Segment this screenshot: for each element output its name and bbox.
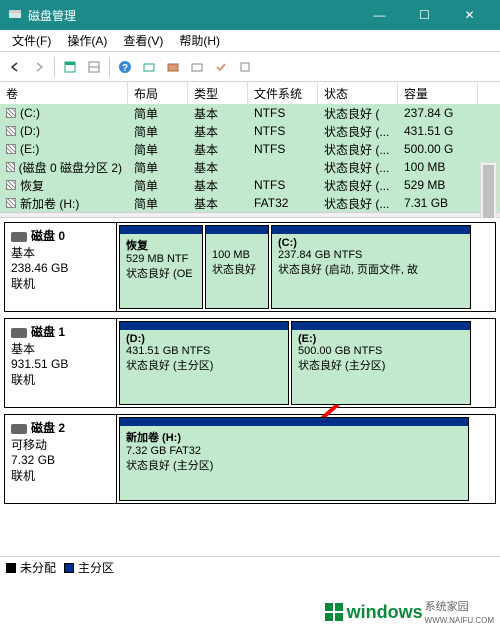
menu-view[interactable]: 查看(V) — [115, 30, 171, 51]
volume-icon — [6, 180, 16, 190]
col-volume[interactable]: 卷 — [0, 82, 128, 104]
graphical-view: 磁盘 0基本238.46 GB联机恢复529 MB NTF状态良好 (OE100… — [0, 218, 500, 556]
table-row[interactable]: 新加卷 (H:)简单基本FAT32状态良好 (...7.31 GB — [0, 194, 500, 212]
table-row[interactable]: 恢复简单基本NTFS状态良好 (...529 MB — [0, 176, 500, 194]
forward-button[interactable] — [28, 56, 50, 78]
svg-text:?: ? — [122, 63, 128, 74]
extra-button[interactable] — [234, 56, 256, 78]
legend-unallocated-swatch — [6, 563, 16, 573]
minimize-button[interactable]: — — [357, 0, 402, 30]
disk-icon — [11, 328, 27, 338]
disk-row: 磁盘 1基本931.51 GB联机(D:)431.51 GB NTFS状态良好 … — [4, 318, 496, 408]
table-row[interactable]: (D:)简单基本NTFS状态良好 (...431.51 G — [0, 122, 500, 140]
legend-unallocated-label: 未分配 — [20, 559, 56, 576]
menu-bar: 文件(F) 操作(A) 查看(V) 帮助(H) — [0, 30, 500, 52]
col-layout[interactable]: 布局 — [128, 82, 188, 104]
help-button[interactable]: ? — [114, 56, 136, 78]
partition[interactable]: (C:)237.84 GB NTFS状态良好 (启动, 页面文件, 故 — [271, 225, 471, 309]
col-fs[interactable]: 文件系统 — [248, 82, 318, 104]
watermark: windows系统家园WWW.NAIFU.COM — [323, 598, 494, 626]
table-row[interactable]: (E:)简单基本NTFS状态良好 (...500.00 G — [0, 140, 500, 158]
col-type[interactable]: 类型 — [188, 82, 248, 104]
disk-info[interactable]: 磁盘 2可移动7.32 GB联机 — [5, 415, 117, 503]
menu-action[interactable]: 操作(A) — [59, 30, 115, 51]
table-row[interactable]: (C:)简单基本NTFS状态良好 (237.84 G — [0, 104, 500, 122]
back-button[interactable] — [4, 56, 26, 78]
partition[interactable]: (D:)431.51 GB NTFS状态良好 (主分区) — [119, 321, 289, 405]
disk-row: 磁盘 2可移动7.32 GB联机新加卷 (H:)7.32 GB FAT32状态良… — [4, 414, 496, 504]
disk-info[interactable]: 磁盘 0基本238.46 GB联机 — [5, 223, 117, 311]
partition[interactable]: 新加卷 (H:)7.32 GB FAT32状态良好 (主分区) — [119, 417, 469, 501]
view-button-1[interactable] — [59, 56, 81, 78]
window-title: 磁盘管理 — [28, 7, 76, 24]
legend-primary-label: 主分区 — [78, 559, 114, 576]
volume-icon — [6, 108, 16, 118]
menu-help[interactable]: 帮助(H) — [171, 30, 228, 51]
volume-icon — [6, 144, 16, 154]
volume-icon — [6, 126, 16, 136]
partition[interactable]: 100 MB状态良好 — [205, 225, 269, 309]
close-button[interactable]: ✕ — [447, 0, 492, 30]
table-row[interactable]: (磁盘 0 磁盘分区 2)简单基本状态良好 (...100 MB — [0, 158, 500, 176]
disk-row: 磁盘 0基本238.46 GB联机恢复529 MB NTF状态良好 (OE100… — [4, 222, 496, 312]
disk-info[interactable]: 磁盘 1基本931.51 GB联机 — [5, 319, 117, 407]
title-bar: 磁盘管理 — ☐ ✕ — [0, 0, 500, 30]
menu-file[interactable]: 文件(F) — [4, 30, 59, 51]
volume-table: 卷 布局 类型 文件系统 状态 容量 (C:)简单基本NTFS状态良好 (237… — [0, 82, 500, 212]
maximize-button[interactable]: ☐ — [402, 0, 447, 30]
volume-icon — [6, 162, 15, 172]
settings-button-1[interactable] — [162, 56, 184, 78]
partition[interactable]: (E:)500.00 GB NTFS状态良好 (主分区) — [291, 321, 471, 405]
partition[interactable]: 恢复529 MB NTF状态良好 (OE — [119, 225, 203, 309]
refresh-button[interactable] — [138, 56, 160, 78]
disk-icon — [11, 232, 27, 242]
volume-icon — [6, 198, 16, 208]
legend: 未分配 主分区 — [0, 556, 500, 578]
col-capacity[interactable]: 容量 — [398, 82, 478, 104]
col-status[interactable]: 状态 — [318, 82, 398, 104]
disk-icon — [11, 424, 27, 434]
legend-primary-swatch — [64, 563, 74, 573]
toolbar: ? — [0, 52, 500, 82]
settings-button-2[interactable] — [186, 56, 208, 78]
action-button[interactable] — [210, 56, 232, 78]
table-header: 卷 布局 类型 文件系统 状态 容量 — [0, 82, 500, 104]
view-button-2[interactable] — [83, 56, 105, 78]
app-icon — [8, 7, 22, 24]
